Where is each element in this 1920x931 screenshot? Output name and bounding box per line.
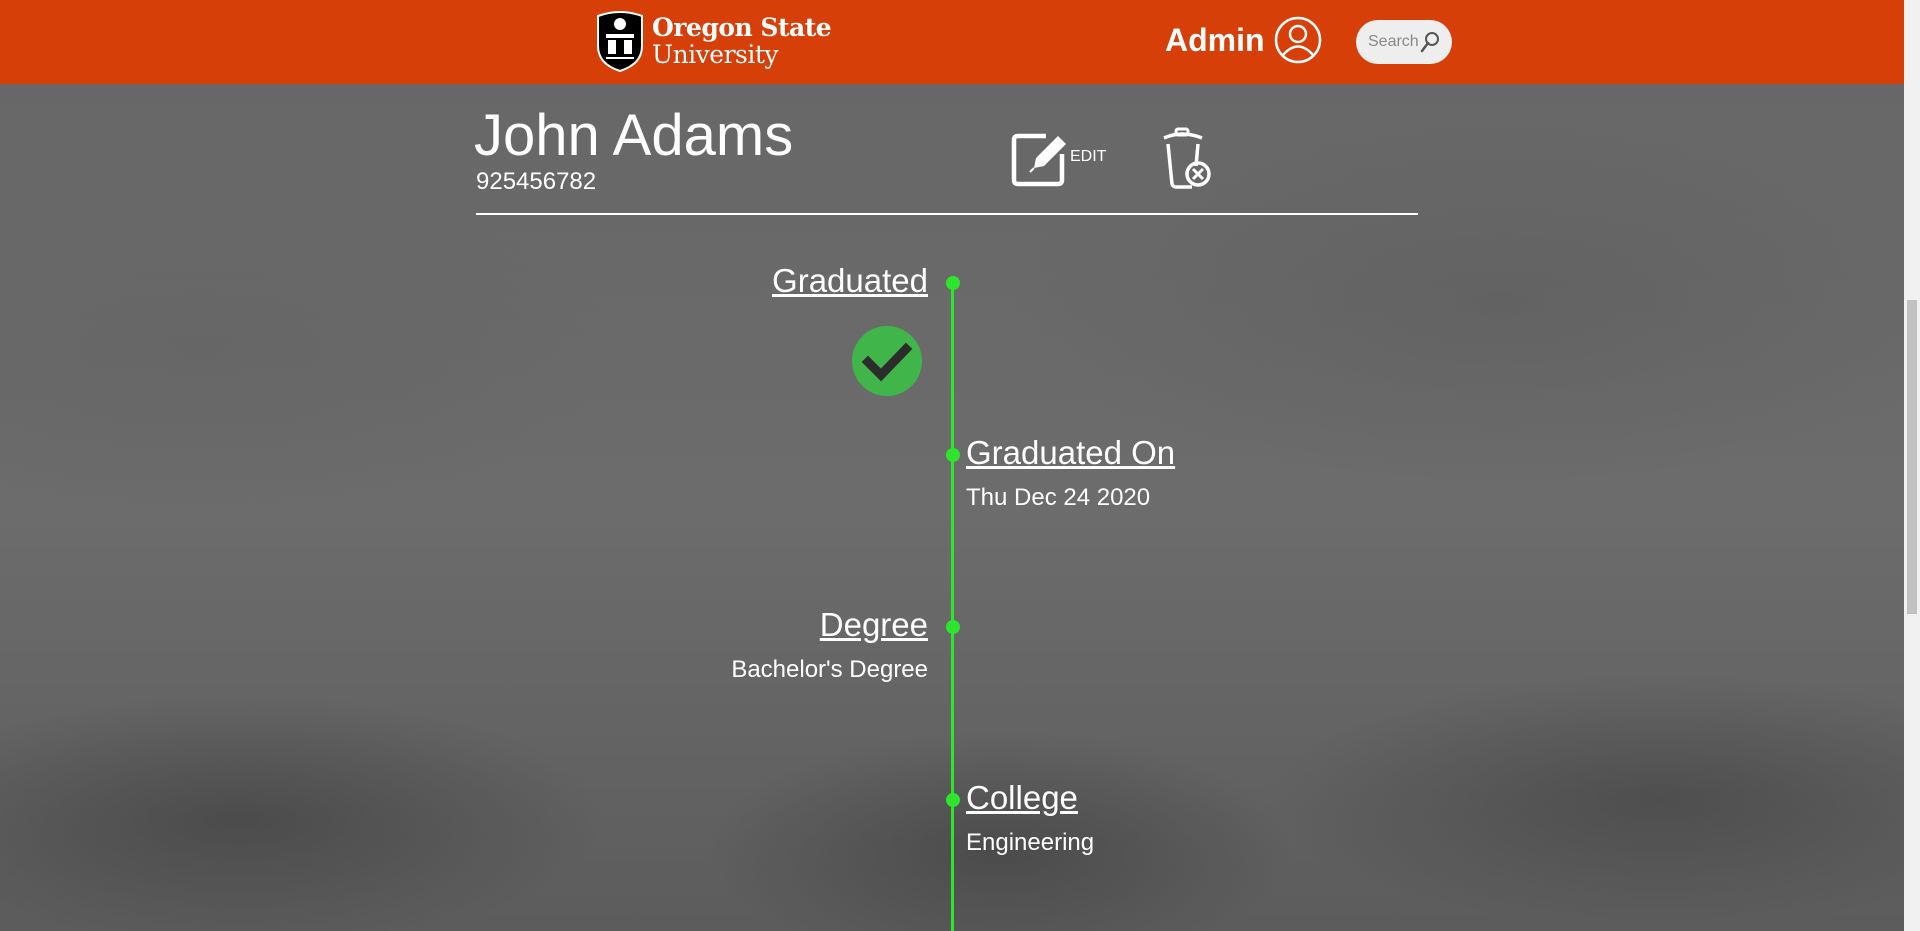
edit-icon[interactable] bbox=[1010, 128, 1070, 188]
header-divider bbox=[476, 213, 1418, 215]
timeline-dot bbox=[946, 276, 960, 290]
search-icon[interactable] bbox=[1420, 31, 1440, 53]
search-box[interactable]: Search bbox=[1356, 20, 1452, 64]
top-header: Oregon State University Admin Search bbox=[0, 0, 1904, 84]
college-value: Engineering bbox=[966, 829, 1095, 856]
edit-button[interactable]: EDIT bbox=[1070, 148, 1106, 166]
degree-title[interactable]: Degree bbox=[820, 606, 928, 644]
search-input[interactable]: Search bbox=[1368, 33, 1419, 51]
trash-delete-icon[interactable] bbox=[1158, 126, 1212, 190]
student-id: 925456782 bbox=[476, 168, 597, 195]
college-title[interactable]: College bbox=[966, 779, 1078, 817]
timeline-dot bbox=[946, 793, 960, 807]
degree-value: Bachelor's Degree bbox=[731, 656, 928, 683]
check-circle-icon bbox=[852, 326, 922, 396]
graduated-on-value: Thu Dec 24 2020 bbox=[966, 484, 1151, 511]
timeline-dot bbox=[946, 620, 960, 634]
student-name: John Adams bbox=[474, 103, 794, 168]
graduated-on-title[interactable]: Graduated On bbox=[966, 434, 1175, 472]
user-icon[interactable] bbox=[1274, 16, 1322, 64]
logo-line2: University bbox=[652, 40, 779, 69]
user-name-label[interactable]: Admin bbox=[1165, 22, 1265, 59]
osu-seal-icon bbox=[597, 11, 643, 72]
osu-logo[interactable]: Oregon State University bbox=[594, 10, 832, 72]
scrollbar-thumb[interactable] bbox=[1907, 300, 1917, 614]
graduated-title[interactable]: Graduated bbox=[772, 262, 928, 300]
logo-line1: Oregon State bbox=[652, 13, 832, 42]
timeline-line bbox=[951, 283, 954, 931]
timeline-dot bbox=[946, 448, 960, 462]
